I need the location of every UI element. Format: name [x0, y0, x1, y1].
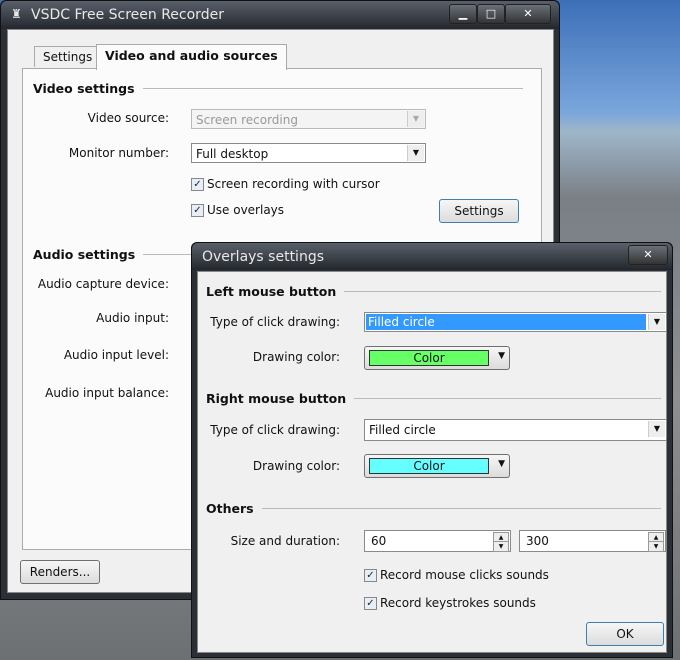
- overlays-title-bar[interactable]: Overlays settings ✕: [192, 243, 672, 270]
- overlays-checkbox[interactable]: ✓ Use overlays: [191, 203, 284, 217]
- spin-down-icon[interactable]: ▼: [648, 541, 664, 552]
- check-icon: ✓: [364, 568, 377, 582]
- left-type-select[interactable]: Filled circle ▼: [364, 312, 667, 332]
- chevron-down-icon: ▼: [498, 351, 505, 361]
- audio-input-label: Audio input:: [96, 311, 169, 325]
- tab-settings[interactable]: Settings: [34, 46, 102, 67]
- cursor-label: Screen recording with cursor: [207, 177, 380, 191]
- minimize-button[interactable]: ▁: [449, 4, 477, 24]
- monitor-select[interactable]: Full desktop ▼: [191, 143, 426, 163]
- monitor-value: Full desktop: [196, 147, 269, 161]
- others-header: Others: [206, 501, 661, 516]
- size-value: 60: [371, 534, 387, 548]
- size-duration-label: Size and duration:: [230, 534, 340, 548]
- overlays-dialog: Overlays settings ✕ Left mouse button Ty…: [191, 242, 673, 658]
- clicks-sounds-checkbox[interactable]: ✓ Record mouse clicks sounds: [364, 568, 549, 582]
- close-button[interactable]: ✕: [505, 4, 551, 24]
- duration-value: 300: [526, 534, 549, 548]
- right-type-select[interactable]: Filled circle ▼: [364, 419, 667, 441]
- chevron-down-icon: ▼: [498, 459, 505, 469]
- spin-down-icon[interactable]: ▼: [493, 541, 509, 552]
- video-source-value: Screen recording: [196, 113, 298, 127]
- cursor-checkbox[interactable]: ✓ Screen recording with cursor: [191, 177, 380, 191]
- chevron-down-icon: ▼: [648, 421, 665, 437]
- main-title-bar[interactable]: ♜ VSDC Free Screen Recorder ▁ □ ✕: [1, 1, 559, 29]
- clicks-sounds-label: Record mouse clicks sounds: [380, 568, 549, 582]
- video-settings-title: Video settings: [33, 81, 135, 96]
- overlays-title: Overlays settings: [202, 249, 325, 265]
- video-source-select[interactable]: Screen recording ▼: [191, 109, 426, 129]
- audio-capture-label: Audio capture device:: [37, 277, 169, 291]
- keystrokes-sounds-label: Record keystrokes sounds: [380, 596, 536, 610]
- keystrokes-sounds-checkbox[interactable]: ✓ Record keystrokes sounds: [364, 596, 536, 610]
- video-settings-header: Video settings: [33, 81, 523, 96]
- right-mouse-header: Right mouse button: [206, 391, 661, 406]
- overlays-label: Use overlays: [207, 203, 285, 217]
- ok-button[interactable]: OK: [586, 622, 664, 646]
- duration-spinner[interactable]: 300 ▲ ▼: [519, 530, 666, 552]
- check-icon: ✓: [364, 596, 377, 610]
- tab-video-audio-sources[interactable]: Video and audio sources: [96, 44, 287, 70]
- chevron-down-icon: ▼: [407, 145, 424, 161]
- audio-settings-title: Audio settings: [33, 247, 136, 262]
- audio-level-label: Audio input level:: [63, 348, 169, 362]
- video-source-label: Video source:: [87, 111, 169, 125]
- left-type-label: Type of click drawing:: [210, 315, 340, 329]
- audio-balance-label: Audio input balance:: [45, 386, 169, 400]
- right-type-label: Type of click drawing:: [210, 423, 340, 437]
- right-color-label: Drawing color:: [252, 459, 340, 473]
- check-icon: ✓: [191, 177, 204, 191]
- others-title: Others: [206, 501, 254, 516]
- left-color-button[interactable]: Color ▼: [364, 346, 510, 370]
- left-color-swatch: Color: [369, 350, 489, 366]
- monitor-label: Monitor number:: [68, 146, 169, 160]
- settings-button[interactable]: Settings: [439, 199, 519, 223]
- right-color-button[interactable]: Color ▼: [364, 454, 510, 478]
- right-mouse-title: Right mouse button: [206, 391, 347, 406]
- right-color-swatch: Color: [369, 458, 489, 474]
- check-icon: ✓: [191, 203, 204, 217]
- left-color-label: Drawing color:: [252, 350, 340, 364]
- left-mouse-title: Left mouse button: [206, 284, 337, 299]
- renders-button[interactable]: Renders...: [20, 560, 100, 584]
- left-mouse-header: Left mouse button: [206, 284, 661, 299]
- overlays-client: Left mouse button Type of click drawing:…: [197, 271, 667, 653]
- right-type-value: Filled circle: [369, 423, 436, 437]
- maximize-button[interactable]: □: [477, 4, 505, 24]
- window-title: VSDC Free Screen Recorder: [31, 7, 224, 23]
- size-spinner[interactable]: 60 ▲ ▼: [364, 530, 511, 552]
- chevron-down-icon: ▼: [648, 314, 665, 330]
- app-icon: ♜: [11, 7, 22, 21]
- overlays-close-button[interactable]: ✕: [628, 245, 668, 265]
- chevron-down-icon: ▼: [407, 111, 424, 127]
- left-type-value: Filled circle: [366, 314, 646, 330]
